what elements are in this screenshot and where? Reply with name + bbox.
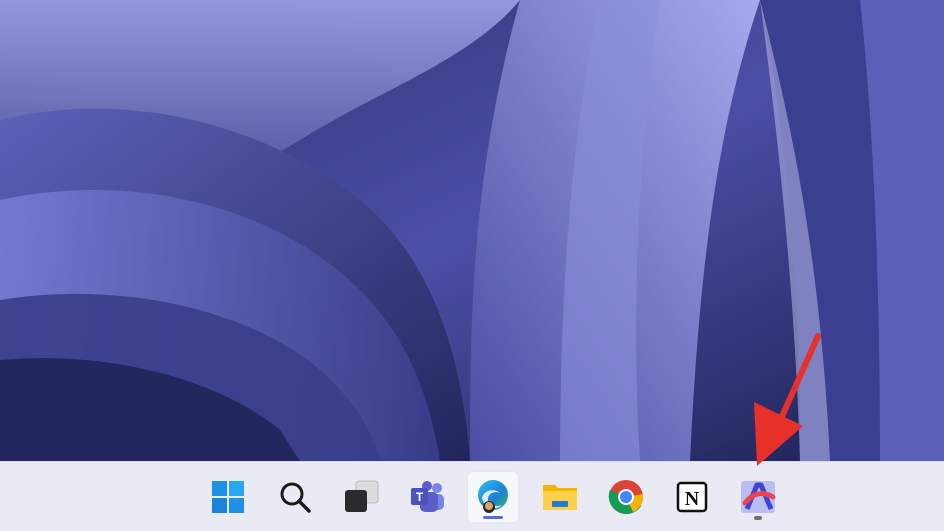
arc-icon — [741, 481, 776, 513]
folder-icon — [543, 485, 577, 510]
edge-button[interactable] — [467, 471, 519, 523]
file-explorer-button[interactable] — [534, 471, 586, 523]
teams-letter: T — [416, 490, 424, 504]
search-icon — [280, 482, 311, 513]
wallpaper-image — [0, 0, 944, 461]
teams-button[interactable]: T — [401, 471, 453, 523]
arc-button[interactable] — [732, 471, 784, 523]
windows-logo-icon — [212, 481, 244, 513]
chrome-icon — [608, 480, 644, 514]
running-app-indicator — [754, 516, 762, 520]
taskbar: T N — [0, 461, 944, 531]
chrome-button[interactable] — [600, 471, 652, 523]
desktop-wallpaper — [0, 0, 944, 461]
notion-letter: N — [685, 488, 700, 510]
edge-icon — [478, 480, 508, 513]
notion-icon: N — [676, 481, 708, 513]
task-view-icon — [345, 480, 379, 512]
active-window-indicator — [483, 516, 503, 519]
teams-icon: T — [411, 481, 444, 512]
notion-button[interactable]: N — [666, 471, 718, 523]
task-view-button[interactable] — [335, 471, 387, 523]
search-button[interactable] — [269, 471, 321, 523]
start-button[interactable] — [202, 471, 254, 523]
